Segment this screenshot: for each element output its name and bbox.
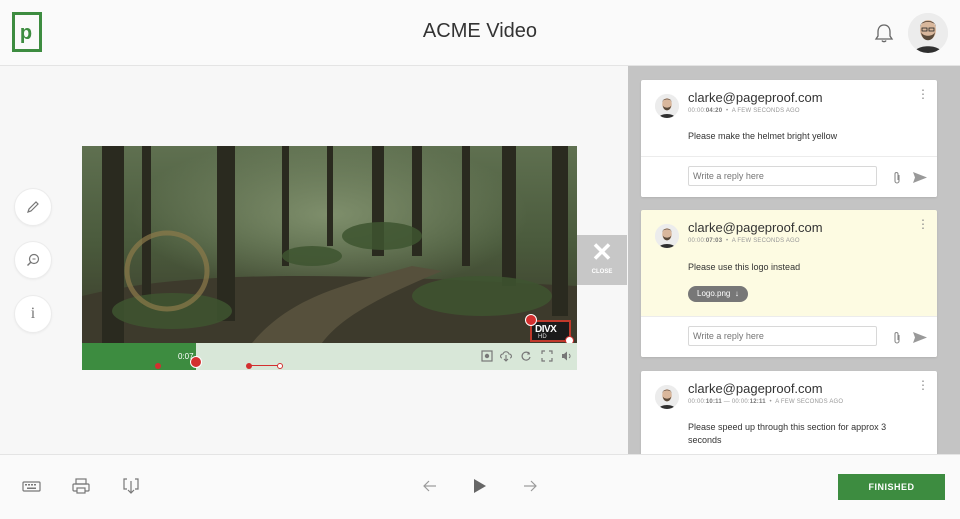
watermark-sub: HD	[538, 334, 547, 340]
user-avatar[interactable]	[908, 13, 948, 53]
download-icon[interactable]	[122, 477, 140, 495]
pencil-icon	[27, 201, 39, 213]
screenshot-icon[interactable]	[481, 350, 493, 362]
arrow-right-icon[interactable]	[521, 477, 539, 495]
comments-pane[interactable]: clarke@pageproof.com 00:00:04:20 • A FEW…	[628, 66, 960, 454]
loop-icon[interactable]	[520, 350, 532, 362]
keyboard-icon[interactable]	[22, 477, 41, 495]
comment-text: Please speed up through this section for…	[688, 422, 887, 445]
comment-age: A FEW SECONDS AGO	[731, 238, 800, 244]
comment-age: A FEW SECONDS AGO	[731, 108, 800, 114]
info-icon: i	[30, 305, 36, 322]
comment-marker[interactable]	[155, 363, 161, 369]
comment-meta: 00:00:10:11 — 00:00:12:11 • A FEW SECOND…	[688, 399, 844, 405]
commenter-avatar	[655, 385, 679, 409]
range-start-marker[interactable]	[246, 363, 252, 369]
comment-card[interactable]: clarke@pageproof.com 00:00:10:11 — 00:00…	[641, 371, 937, 454]
attach-icon[interactable]	[891, 331, 903, 345]
zoom-icon	[27, 253, 40, 266]
attachment-name: Logo.png	[697, 289, 731, 298]
timestamp-prefix: 00:00:	[688, 108, 706, 114]
zoom-tool-button[interactable]	[14, 241, 52, 279]
send-icon[interactable]	[912, 171, 928, 184]
comment-text: Please make the helmet bright yellow	[688, 131, 838, 141]
reply-area	[641, 156, 937, 197]
arrow-left-icon[interactable]	[421, 477, 439, 495]
timestamp-prefix: 00:00:	[688, 399, 706, 405]
volume-icon[interactable]	[561, 350, 573, 362]
range-end-marker[interactable]	[277, 363, 283, 369]
pencil-tool-button[interactable]	[14, 188, 52, 226]
timestamp-value[interactable]: 07:03	[706, 238, 722, 244]
comment-author: clarke@pageproof.com	[688, 90, 823, 105]
send-icon[interactable]	[912, 331, 928, 344]
timestamp-value[interactable]: 04:20	[706, 108, 722, 114]
download-arrow-icon: ↓	[734, 289, 739, 298]
timestamp-separator: — 00:00:	[721, 399, 750, 405]
bell-icon[interactable]	[873, 22, 895, 44]
comment-card[interactable]: clarke@pageproof.com 00:00:04:20 • A FEW…	[641, 80, 937, 197]
reply-input[interactable]	[688, 166, 877, 186]
commenter-avatar	[655, 224, 679, 248]
comment-text: Please use this logo instead	[688, 262, 801, 272]
annotation-marker[interactable]	[525, 314, 537, 326]
reply-area	[641, 316, 937, 357]
current-time: 0:07	[178, 352, 194, 361]
video-player[interactable]: DIVX HD	[82, 146, 577, 370]
top-bar: p ACME Video	[0, 0, 960, 66]
download-icon[interactable]	[500, 350, 512, 362]
fullscreen-icon[interactable]	[541, 350, 553, 362]
reply-input[interactable]	[688, 326, 877, 346]
comment-menu-icon[interactable]: ⋮	[917, 218, 929, 230]
comment-author: clarke@pageproof.com	[688, 220, 823, 235]
comment-meta: 00:00:07:03 • A FEW SECONDS AGO	[688, 238, 800, 244]
timestamp-end[interactable]: 12:11	[750, 399, 766, 405]
comment-meta: 00:00:04:20 • A FEW SECONDS AGO	[688, 108, 800, 114]
close-label: CLOSE	[591, 269, 613, 275]
comment-menu-icon[interactable]: ⋮	[917, 88, 929, 100]
attach-icon[interactable]	[891, 171, 903, 185]
play-icon[interactable]	[470, 477, 488, 495]
timestamp-prefix: 00:00:	[688, 238, 706, 244]
attachment-chip[interactable]: Logo.png ↓	[688, 286, 748, 302]
finished-button[interactable]: FINISHED	[838, 474, 945, 500]
info-tool-button[interactable]: i	[14, 295, 52, 333]
comment-menu-icon[interactable]: ⋮	[917, 379, 929, 391]
timestamp-start[interactable]: 10:11	[706, 399, 722, 405]
commenter-avatar	[655, 94, 679, 118]
comment-age: A FEW SECONDS AGO	[775, 399, 844, 405]
video-frame	[82, 146, 577, 343]
comment-author: clarke@pageproof.com	[688, 381, 823, 396]
page-title: ACME Video	[422, 20, 538, 42]
comment-card-selected[interactable]: clarke@pageproof.com 00:00:07:03 • A FEW…	[641, 210, 937, 357]
print-icon[interactable]	[72, 477, 90, 495]
close-panel-button[interactable]: ✕ CLOSE	[577, 235, 627, 285]
close-icon: ✕	[591, 237, 613, 267]
